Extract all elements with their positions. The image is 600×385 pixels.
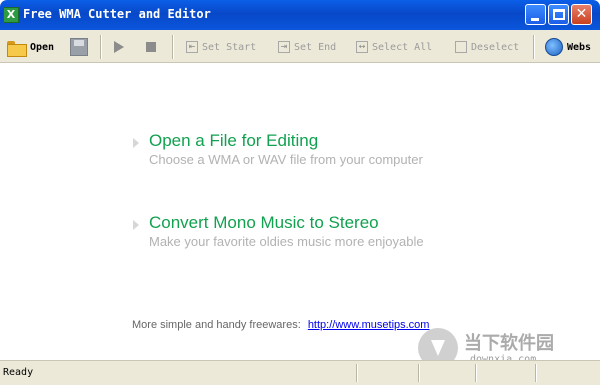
status-bar: Ready: [0, 360, 600, 385]
title-bar: X Free WMA Cutter and Editor ✕: [0, 0, 600, 30]
open-button[interactable]: Open: [6, 35, 54, 59]
toolbar-separator: [100, 35, 102, 59]
save-button[interactable]: [70, 35, 88, 59]
deselect-label: Deselect: [471, 41, 520, 53]
open-file-description: Choose a WMA or WAV file from your compu…: [149, 152, 423, 167]
website-link[interactable]: http://www.musetips.com: [308, 319, 430, 331]
minimize-icon: [531, 18, 539, 21]
save-icon: [70, 38, 88, 56]
maximize-button[interactable]: [548, 4, 569, 25]
set-start-button[interactable]: ⇤ Set Start: [186, 35, 256, 59]
close-button[interactable]: ✕: [571, 4, 592, 25]
stop-icon: [146, 42, 156, 52]
select-all-icon: ↔: [356, 41, 368, 53]
select-all-button[interactable]: ↔ Select All: [356, 35, 432, 59]
toolbar-separator: [533, 35, 535, 59]
convert-mono-link[interactable]: Convert Mono Music to Stereo: [149, 213, 379, 233]
main-panel: Open a File for Editing Choose a WMA or …: [4, 64, 596, 358]
status-divider: [475, 364, 477, 382]
globe-icon: [545, 38, 563, 56]
set-end-button[interactable]: ⇥ Set End: [278, 35, 336, 59]
deselect-button[interactable]: Deselect: [455, 35, 519, 59]
select-all-label: Select All: [372, 41, 433, 53]
footer-text: More simple and handy freewares:: [132, 319, 301, 331]
footer: More simple and handy freewares: http://…: [132, 319, 429, 331]
arrow-right-icon: [133, 220, 139, 230]
status-divider: [356, 364, 358, 382]
status-divider: [418, 364, 420, 382]
play-button[interactable]: [114, 35, 124, 59]
watermark-text: 当下软件园: [464, 333, 554, 354]
set-start-label: Set Start: [202, 41, 257, 53]
status-divider: [535, 364, 537, 382]
minimize-button[interactable]: [525, 4, 546, 25]
set-start-icon: ⇤: [186, 41, 198, 53]
deselect-icon: [455, 41, 467, 53]
website-button[interactable]: Webs: [545, 35, 591, 59]
convert-mono-description: Make your favorite oldies music more enj…: [149, 234, 424, 249]
website-label: Webs: [567, 41, 592, 53]
folder-open-icon: [6, 39, 27, 57]
arrow-right-icon: [133, 138, 139, 148]
toolbar: Open ⇤ Set Start ⇥ Set End ↔ Select All …: [0, 30, 600, 63]
set-end-label: Set End: [294, 41, 337, 53]
maximize-icon: [553, 9, 565, 20]
window-title: Free WMA Cutter and Editor: [23, 7, 211, 21]
open-file-link[interactable]: Open a File for Editing: [149, 131, 318, 151]
play-icon: [114, 41, 124, 53]
stop-button[interactable]: [146, 35, 156, 59]
close-icon: ✕: [575, 6, 588, 22]
status-text: Ready: [3, 367, 34, 378]
app-icon: X: [3, 7, 19, 23]
set-end-icon: ⇥: [278, 41, 290, 53]
open-label: Open: [30, 41, 55, 53]
toolbar-separator: [172, 35, 174, 59]
